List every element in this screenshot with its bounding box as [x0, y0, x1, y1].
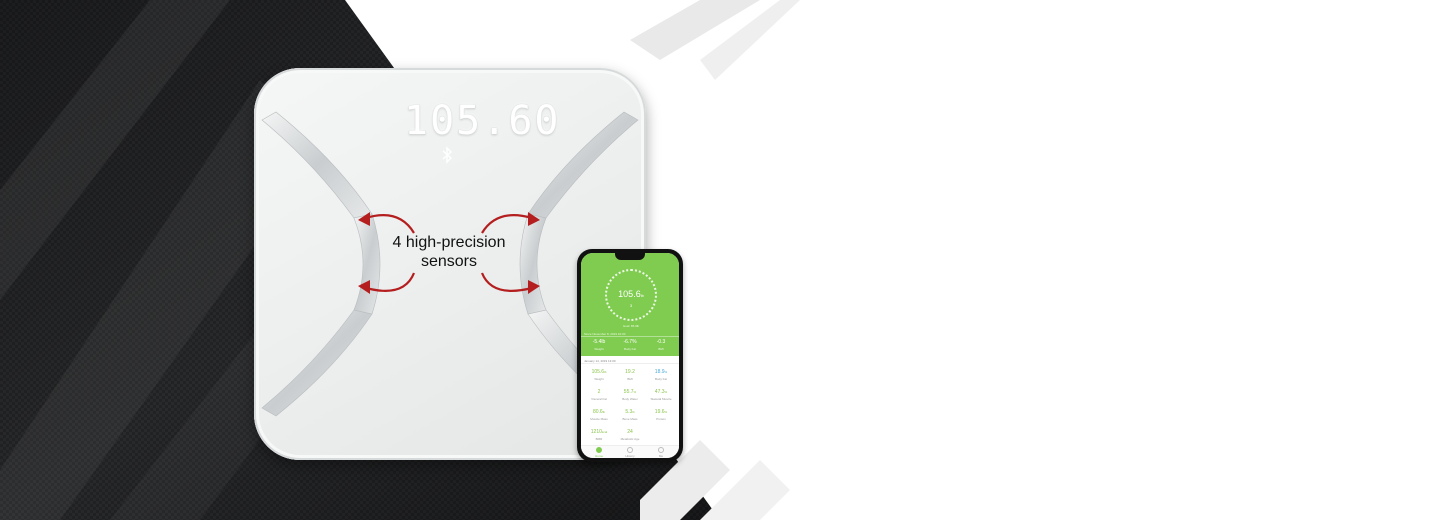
- metric-unit: kcal: [601, 430, 608, 434]
- metric-label: Bone Mass: [622, 417, 638, 421]
- tab-me[interactable]: Me: [645, 447, 677, 458]
- metric-unit: %: [664, 410, 668, 414]
- app-screen: 105.6lb 3 Goal: 85.0lb Since November 8,…: [581, 253, 679, 458]
- metric-unit: %: [664, 370, 668, 374]
- bluetooth-icon: [442, 146, 453, 164]
- metric-item: 1210kcal BMR: [583, 429, 615, 441]
- metric-label: Body Water: [622, 397, 638, 401]
- scale-weight-display: 105.60: [404, 98, 561, 144]
- goal-caption: Goal: 85.0lb: [622, 324, 640, 328]
- metric-label: Muscle Mass: [590, 417, 608, 421]
- history-icon: [627, 447, 633, 453]
- metric-item: 80.6lb Muscle Mass: [583, 409, 615, 421]
- hero-divider: [581, 336, 679, 337]
- metric-item: 5.3lb Bone Mass: [614, 409, 646, 421]
- metric-value: 2: [597, 389, 601, 395]
- metric-unit: %: [633, 390, 637, 394]
- metric-unit: lb: [604, 370, 607, 374]
- metric-value: 1210: [590, 429, 602, 435]
- phone-notch: [615, 253, 645, 260]
- metric-item: 47.3% Skeletal Muscle: [645, 389, 677, 401]
- smartphone: 105.6lb 3 Goal: 85.0lb Since November 8,…: [577, 249, 683, 462]
- metric-item: 19.2 BMI: [614, 369, 646, 381]
- metric-unit: %: [664, 390, 668, 394]
- metric-label: Visceral Fat: [591, 397, 607, 401]
- metric-unit: lb: [632, 410, 635, 414]
- metric-item: 2 Visceral Fat: [583, 389, 615, 401]
- tab-history[interactable]: History: [614, 447, 646, 458]
- metric-value: 105.6: [591, 369, 605, 375]
- background-graphic: [0, 0, 800, 520]
- app-tab-bar: Home History Me: [581, 445, 679, 458]
- metric-value: 24: [627, 429, 633, 435]
- metric-label: Body Fat: [654, 377, 667, 381]
- metric-value: 80.6: [592, 409, 603, 415]
- hero-stat: -0.3 BMI: [656, 339, 666, 351]
- ring-sub-value: 3: [629, 303, 633, 308]
- metric-value: 55.7: [623, 389, 634, 395]
- metric-label: BMR: [595, 437, 603, 441]
- metric-label: BMI: [627, 377, 633, 381]
- metric-item: 55.7% Body Water: [614, 389, 646, 401]
- metric-label: Protein: [656, 417, 666, 421]
- banner: 105.60 4 high-precision sensors 105.6lb …: [0, 0, 1440, 520]
- list-divider: [581, 363, 679, 364]
- metric-value: 19.6: [654, 409, 665, 415]
- ring-weight-value: 105.6lb: [618, 289, 644, 299]
- tab-home[interactable]: Home: [583, 447, 615, 458]
- metric-value: 18.9: [654, 369, 665, 375]
- sensor-caption: 4 high-precision sensors: [392, 234, 506, 270]
- heart-icon: [596, 447, 602, 453]
- metric-item: 24 Metabolic Age: [614, 429, 646, 441]
- user-icon: [658, 447, 664, 453]
- metric-value: 47.3: [654, 389, 665, 395]
- metric-item: 105.6lb Weight: [583, 369, 615, 381]
- metric-item: 18.9% Body Fat: [645, 369, 677, 381]
- metric-value: 19.2: [625, 369, 635, 375]
- metric-label: Metabolic Age: [620, 437, 640, 441]
- metric-unit: lb: [602, 410, 606, 414]
- hero-stat: -6.7% Body Fat: [623, 339, 637, 351]
- metric-item: 19.6% Protein: [645, 409, 677, 421]
- metric-label: Weight: [594, 377, 604, 381]
- hero-stat: -5.4lb Weight: [592, 339, 606, 351]
- app-header-panel: 105.6lb 3 Goal: 85.0lb Since November 8,…: [581, 253, 679, 356]
- metric-label: Skeletal Muscle: [650, 397, 672, 401]
